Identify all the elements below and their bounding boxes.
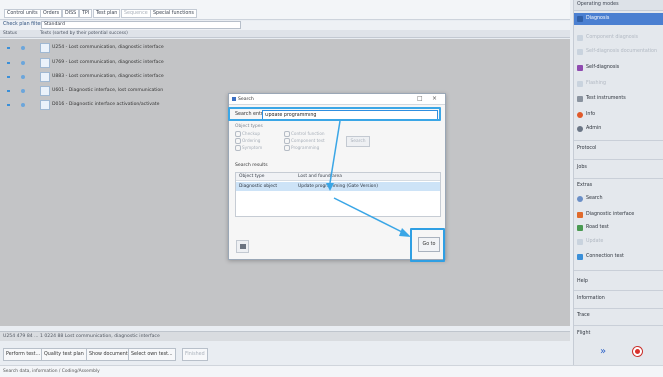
arrow-head (326, 183, 334, 191)
arrow-line (329, 120, 341, 184)
arrow-line (333, 197, 405, 234)
guide-arrows (326, 120, 411, 237)
arrow-head (399, 228, 411, 237)
